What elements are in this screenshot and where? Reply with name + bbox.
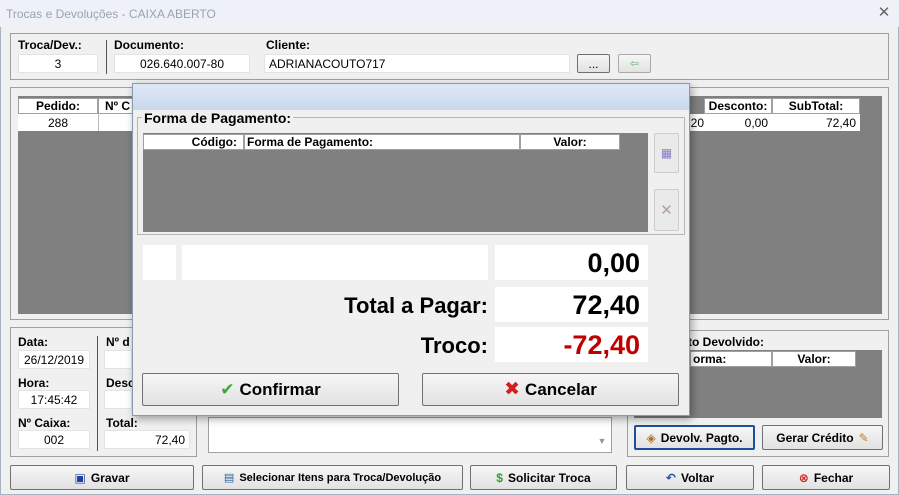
col-no: Nº C [98, 98, 134, 114]
forma-input[interactable] [182, 245, 488, 280]
data-field: 26/12/2019 [18, 350, 90, 369]
gravar-label: Gravar [90, 470, 130, 485]
cancelar-button[interactable]: ✖ Cancelar [422, 373, 679, 406]
voltar-button[interactable]: ↶ Voltar [626, 465, 754, 490]
troca-label: Troca/Dev.: [18, 38, 82, 52]
col-codigo: Código: [143, 134, 244, 150]
cancel-x-icon: ✖ [504, 379, 521, 400]
selecionar-button[interactable]: ▤ Selecionar Itens para Troca/Devolução [202, 465, 463, 490]
edit-note-icon: ✎ [858, 430, 869, 445]
fechar-button[interactable]: ⊗ Fechar [762, 465, 890, 490]
money-icon: $ [496, 470, 503, 485]
window-title: Trocas e Devoluções - CAIXA ABERTO [0, 0, 899, 27]
total-field: 72,40 [104, 430, 190, 449]
desc-field [104, 390, 132, 409]
wallet-icon: ◈ [646, 430, 656, 445]
row-desconto: 0,00 [744, 116, 768, 130]
list-select-icon: ▤ [223, 472, 235, 484]
documento-field[interactable]: 026.640.007-80 [114, 54, 250, 73]
row-pedido: 288 [47, 116, 69, 130]
troco-value: -72,40 [495, 327, 648, 362]
remove-payment-button[interactable]: ✕ [654, 189, 679, 231]
caixa-label: Nº Caixa: [18, 416, 71, 430]
row-subtotal: 72,40 [825, 116, 856, 130]
hora-label: Hora: [18, 376, 50, 390]
code-input[interactable] [143, 245, 176, 280]
back-arrow-button[interactable]: ⇦ [618, 54, 651, 73]
card-edit-icon: ▦ [660, 146, 673, 160]
cancelar-label: Cancelar [525, 379, 597, 399]
nd-field [104, 350, 132, 369]
observation-textarea[interactable] [208, 417, 612, 453]
troco-label: Troco: [420, 333, 488, 358]
total-pagar-label: Total a Pagar: [344, 293, 488, 318]
save-icon: ▣ [74, 470, 86, 485]
troca-field[interactable]: 3 [18, 54, 98, 73]
total-label: Total: [106, 416, 138, 430]
payment-dialog: Forma de Pagamento: Código: Forma de Pag… [132, 83, 690, 416]
exit-icon: ⊗ [798, 470, 809, 485]
confirmar-button[interactable]: ✔ Confirmar [142, 373, 399, 406]
delete-x-icon: ✕ [660, 202, 673, 219]
voltar-label: Voltar [680, 470, 715, 485]
devolvido-title: to Devolvido: [688, 335, 765, 349]
caixa-field: 002 [18, 430, 90, 449]
forma-group-title: Forma de Pagamento: [142, 110, 294, 126]
valor-input[interactable]: 0,00 [495, 245, 648, 280]
cliente-label: Cliente: [266, 38, 311, 52]
browse-button[interactable]: ... [577, 54, 610, 73]
confirmar-label: Confirmar [239, 379, 321, 399]
total-pagar-value: 72,40 [495, 287, 648, 322]
scroll-down-icon[interactable]: ▼ [595, 436, 609, 450]
hora-field: 17:45:42 [18, 390, 90, 409]
col-forma-pagamento: Forma de Pagamento: [244, 134, 520, 150]
documento-label: Documento: [114, 38, 184, 52]
add-payment-button[interactable]: ▦ [654, 133, 679, 173]
header-divider [106, 40, 107, 74]
fechar-label: Fechar [813, 470, 854, 485]
devolv-pagto-button[interactable]: ◈ Devolv. Pagto. [634, 425, 755, 450]
gerar-credito-label: Gerar Crédito [776, 430, 854, 445]
solicitar-label: Solicitar Troca [507, 470, 591, 485]
row-partial: 20 [690, 116, 704, 130]
devolv-pagto-label: Devolv. Pagto. [660, 430, 743, 445]
col-desconto: Desconto: [704, 98, 772, 114]
check-icon: ✔ [220, 379, 235, 399]
gerar-credito-button[interactable]: Gerar Crédito ✎ [762, 425, 883, 450]
info-divider [97, 336, 98, 451]
nd-label: Nº d [106, 335, 130, 349]
col-forma: orma: [690, 351, 772, 367]
undo-icon: ↶ [665, 470, 676, 485]
col-valor-modal: Valor: [520, 134, 620, 150]
data-label: Data: [18, 335, 49, 349]
col-pedido: Pedido: [18, 98, 98, 114]
col-valor: Valor: [772, 351, 856, 367]
dialog-title-bar [133, 84, 689, 110]
solicitar-troca-button[interactable]: $ Solicitar Troca [470, 465, 617, 490]
cliente-field[interactable]: ADRIANACOUTO717 [264, 54, 570, 73]
desc-label: Desc [106, 376, 135, 390]
col-subtotal: SubTotal: [772, 98, 860, 114]
arrow-left-icon: ⇦ [629, 58, 640, 70]
gravar-button[interactable]: ▣ Gravar [10, 465, 194, 490]
selecionar-label: Selecionar Itens para Troca/Devolução [239, 471, 442, 484]
row-divider [98, 114, 99, 131]
close-icon[interactable]: ✕ [873, 2, 895, 24]
